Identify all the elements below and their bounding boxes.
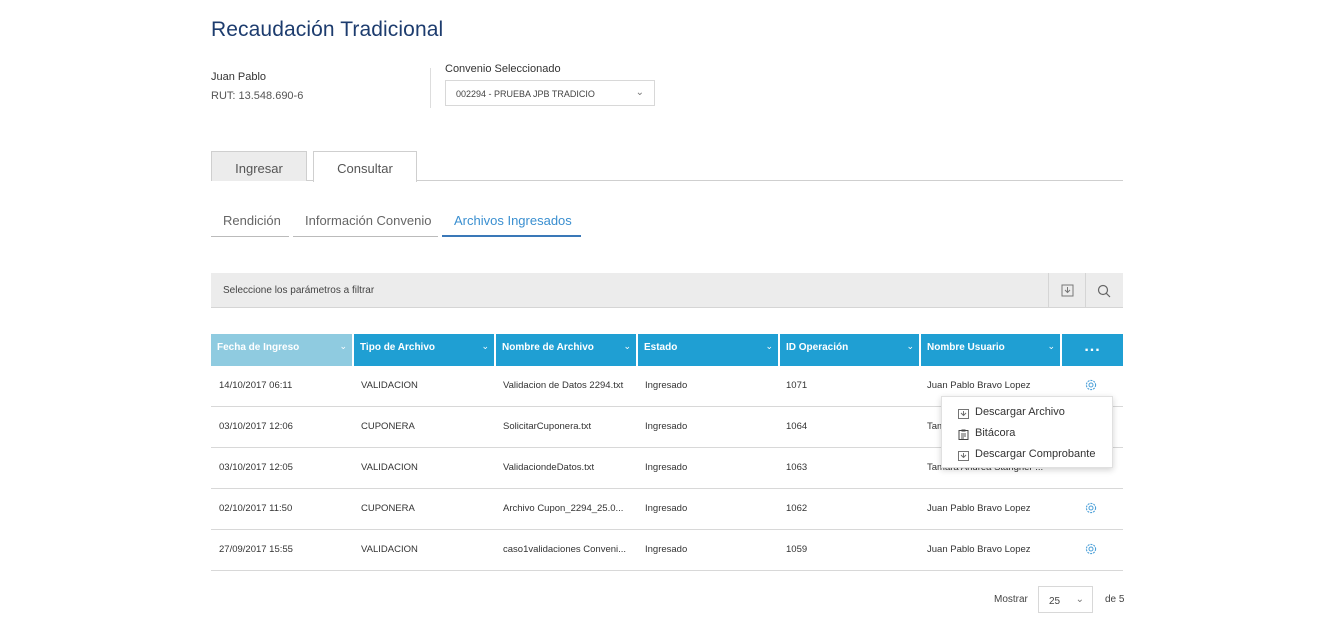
page-title: Recaudación Tradicional [211,18,444,41]
cell-tipo: CUPONERA [361,503,415,514]
subtab-informacion-convenio[interactable]: Información Convenio [293,213,438,237]
show-label: Mostrar [994,594,1028,605]
menu-item-label: Descargar Comprobante [975,448,1096,460]
subtab-archivos-ingresados[interactable]: Archivos Ingresados [442,213,581,237]
column-header-nombre[interactable]: Nombre de Archivo ⌄ [496,334,636,366]
download-doc-icon [958,451,969,461]
convenio-label: Convenio Seleccionado [445,63,561,75]
page-size-select[interactable]: 25 ⌄ [1038,586,1093,613]
gear-icon[interactable] [1084,501,1098,515]
cell-usuario: Juan Pablo Bravo Lopez [927,503,1031,514]
chevron-down-icon: ⌄ [339,341,347,351]
chevron-down-icon: ⌄ [1047,341,1055,351]
column-header-id[interactable]: ID Operación ⌄ [780,334,919,366]
main-tabs: Ingresar Consultar [211,151,1123,182]
export-button[interactable] [1048,273,1085,308]
cell-id: 1064 [786,421,808,432]
cell-fecha: 03/10/2017 12:05 [219,462,293,473]
cell-estado: Ingresado [645,462,688,473]
menu-item-bitacora[interactable]: Bitácora [942,425,1112,446]
chevron-down-icon: ⌄ [623,341,631,351]
cell-nombre: Archivo Cupon_2294_25.0... [503,503,624,514]
table-header: Fecha de Ingreso ⌄ Tipo de Archivo ⌄ Nom… [211,334,1123,366]
chevron-down-icon: ⌄ [1075,594,1084,605]
cell-fecha: 27/09/2017 15:55 [219,544,293,555]
cell-id: 1063 [786,462,808,473]
tab-ingresar[interactable]: Ingresar [211,151,307,181]
cell-id: 1071 [786,380,808,391]
menu-item-descargar-archivo[interactable]: Descargar Archivo [942,404,1112,425]
convenio-select-value: 002294 - PRUEBA JPB TRADICIO [456,89,595,99]
menu-item-descargar-comprobante[interactable]: Descargar Comprobante [942,446,1112,467]
cell-nombre: Validacion de Datos 2294.txt [503,380,624,391]
chevron-down-icon: ⌄ [765,341,773,351]
gear-icon[interactable] [1084,542,1098,556]
chevron-down-icon: ⌄ [635,87,644,98]
cell-tipo: CUPONERA [361,421,415,432]
cell-tipo: VALIDACION [361,544,418,555]
cell-id: 1062 [786,503,808,514]
cell-id: 1059 [786,544,808,555]
gear-icon[interactable] [1084,378,1098,392]
subtab-rendicion[interactable]: Rendición [211,213,289,237]
cell-estado: Ingresado [645,544,688,555]
convenio-select[interactable]: 002294 - PRUEBA JPB TRADICIO ⌄ [445,80,655,106]
column-label: Nombre Usuario [927,342,1005,353]
menu-item-label: Bitácora [975,427,1016,439]
search-button[interactable] [1085,273,1122,308]
download-doc-icon [958,409,969,419]
download-icon [1061,284,1073,297]
clipboard-icon [958,429,969,440]
cell-nombre: caso1validaciones Conveni... [503,544,627,555]
column-header-tipo[interactable]: Tipo de Archivo ⌄ [354,334,494,366]
cell-tipo: VALIDACION [361,462,418,473]
page-count-label: de 5 [1105,594,1125,605]
menu-item-label: Descargar Archivo [975,406,1065,418]
column-label: ID Operación [786,342,849,353]
filter-placeholder: Seleccione los parámetros a filtrar [223,285,375,296]
table-row[interactable]: 27/09/2017 15:55 VALIDACION caso1validac… [211,530,1123,571]
page-size-value: 25 [1049,596,1061,607]
cell-usuario: Juan Pablo Bravo Lopez [927,380,1031,391]
cell-fecha: 02/10/2017 11:50 [219,503,293,514]
cell-fecha: 03/10/2017 12:06 [219,421,293,432]
more-options-button[interactable]: ... [1062,334,1123,366]
table-row[interactable]: 02/10/2017 11:50 CUPONERA Archivo Cupon_… [211,489,1123,530]
column-label: Fecha de Ingreso [217,342,300,353]
column-header-estado[interactable]: Estado ⌄ [638,334,778,366]
column-header-usuario[interactable]: Nombre Usuario ⌄ [921,334,1060,366]
cell-usuario: Juan Pablo Bravo Lopez [927,544,1031,555]
chevron-down-icon: ⌄ [481,341,489,351]
cell-estado: Ingresado [645,503,688,514]
row-actions-menu: Descargar Archivo Bitácora Descargar Com… [941,396,1113,468]
search-icon [1097,284,1111,297]
user-rut: RUT: 13.548.690-6 [211,90,304,102]
filter-bar[interactable]: Seleccione los parámetros a filtrar [211,273,1123,308]
chevron-down-icon: ⌄ [906,341,914,351]
cell-tipo: VALIDACION [361,380,418,391]
cell-nombre: SolicitarCuponera.txt [503,421,592,432]
cell-nombre: ValidaciondeDatos.txt [503,462,595,473]
column-label: Estado [644,342,678,353]
column-header-fecha[interactable]: Fecha de Ingreso ⌄ [211,334,352,366]
user-name: Juan Pablo [211,71,267,83]
cell-estado: Ingresado [645,421,688,432]
cell-fecha: 14/10/2017 06:11 [219,380,293,391]
column-label: Tipo de Archivo [360,342,436,353]
user-info: Juan Pablo RUT: 13.548.690-6 [211,71,303,103]
column-label: Nombre de Archivo [502,342,594,353]
tab-consultar[interactable]: Consultar [313,151,417,182]
cell-estado: Ingresado [645,380,688,391]
divider [430,68,431,108]
